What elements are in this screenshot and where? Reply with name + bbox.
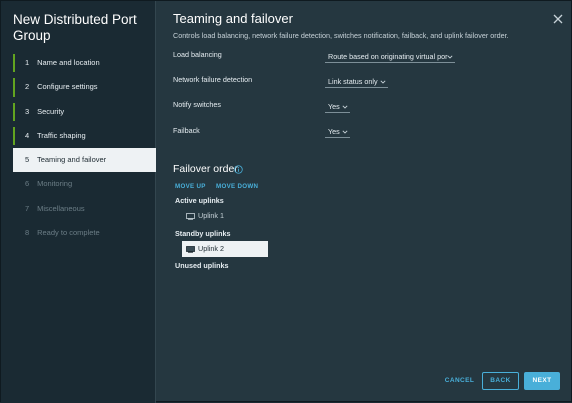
chevron-down-icon xyxy=(342,105,348,109)
load-balancing-value: Route based on originating virtual por xyxy=(328,52,448,61)
uplink-row-active[interactable]: Uplink 1 xyxy=(182,208,268,224)
uplink-name: Uplink 1 xyxy=(198,211,224,220)
uplink-row-standby[interactable]: Uplink 2 xyxy=(182,241,268,257)
wizard-title: New Distributed Port Group xyxy=(13,12,137,43)
notify-switches-value: Yes xyxy=(328,102,340,111)
active-uplinks-label: Active uplinks xyxy=(175,196,224,205)
failover-order-title: Failover order xyxy=(173,163,238,175)
chevron-down-icon xyxy=(342,130,348,134)
step-name-and-location[interactable]: 1 Name and location xyxy=(13,51,156,75)
wizard-main: Teaming and failover Controls load balan… xyxy=(157,1,572,403)
load-balancing-select[interactable]: Route based on originating virtual por xyxy=(325,51,455,63)
failure-detection-value: Link status only xyxy=(328,77,378,86)
step-label: Teaming and failover xyxy=(36,155,107,165)
step-configure-settings[interactable]: 2 Configure settings xyxy=(13,75,156,99)
load-balancing-label: Load balancing xyxy=(173,50,222,59)
info-icon[interactable] xyxy=(234,165,243,174)
step-number: 6 xyxy=(25,179,30,189)
wizard-dialog: New Distributed Port Group 1 Name and lo… xyxy=(0,0,572,403)
standby-uplinks-label: Standby uplinks xyxy=(175,229,231,238)
step-number: 3 xyxy=(25,106,30,116)
failback-select[interactable]: Yes xyxy=(325,126,350,138)
network-adapter-icon xyxy=(186,245,195,253)
failure-detection-label: Network failure detection xyxy=(173,75,253,84)
step-monitoring: 6 Monitoring xyxy=(13,172,156,196)
step-number: 8 xyxy=(25,228,30,238)
failure-detection-select[interactable]: Link status only xyxy=(325,76,388,88)
step-traffic-shaping[interactable]: 4 Traffic shaping xyxy=(13,124,156,148)
failback-value: Yes xyxy=(328,127,340,136)
network-adapter-icon xyxy=(186,212,195,220)
cancel-button[interactable]: CANCEL xyxy=(442,372,477,390)
move-down-button[interactable]: MOVE DOWN xyxy=(216,183,258,190)
step-label: Traffic shaping xyxy=(36,130,86,140)
step-label: Name and location xyxy=(37,58,100,67)
back-button[interactable]: BACK xyxy=(482,372,519,390)
notify-switches-select[interactable]: Yes xyxy=(325,101,350,113)
wizard-steps: 1 Name and location 2 Configure settings… xyxy=(13,51,156,245)
step-teaming-and-failover[interactable]: 5 Teaming and failover xyxy=(13,148,156,173)
next-button[interactable]: NEXT xyxy=(524,372,560,390)
step-label: Ready to complete xyxy=(37,228,100,238)
close-icon[interactable] xyxy=(552,13,564,25)
step-label: Configure settings xyxy=(37,82,98,92)
failback-label: Failback xyxy=(173,126,200,135)
chevron-down-icon xyxy=(447,55,453,59)
step-ready-to-complete: 8 Ready to complete xyxy=(13,221,156,245)
step-number: 4 xyxy=(25,130,30,140)
step-label: Monitoring xyxy=(37,179,73,189)
step-number: 1 xyxy=(25,58,30,67)
step-number: 2 xyxy=(25,82,30,92)
page-subtitle: Controls load balancing, network failure… xyxy=(173,31,509,40)
unused-uplinks-label: Unused uplinks xyxy=(175,261,229,270)
step-miscellaneous: 7 Miscellaneous xyxy=(13,197,156,221)
step-label: Miscellaneous xyxy=(37,203,85,213)
notify-switches-label: Notify switches xyxy=(173,100,221,109)
move-up-button[interactable]: MOVE UP xyxy=(175,183,206,190)
uplink-name: Uplink 2 xyxy=(198,244,224,253)
chevron-down-icon xyxy=(380,80,386,84)
step-number: 7 xyxy=(25,203,30,213)
step-security[interactable]: 3 Security xyxy=(13,100,156,124)
step-number: 5 xyxy=(25,155,30,165)
page-title: Teaming and failover xyxy=(173,11,293,26)
wizard-sidebar: New Distributed Port Group 1 Name and lo… xyxy=(1,1,156,403)
step-label: Security xyxy=(37,106,65,116)
